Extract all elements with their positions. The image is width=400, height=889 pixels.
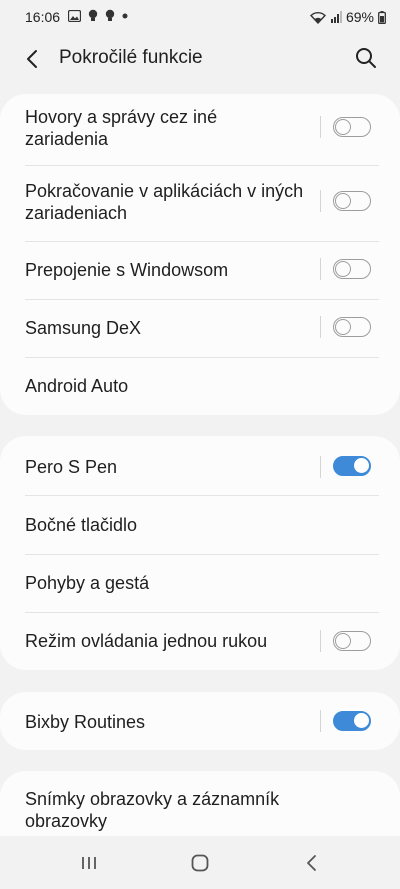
image-icon	[68, 9, 81, 22]
app-bar: Pokročilé funkcie	[0, 34, 400, 82]
row-calls-messages[interactable]: Hovory a správy cez iné zariadenia	[0, 94, 400, 166]
toggle-knob	[335, 261, 351, 277]
back-arrow-icon[interactable]	[20, 46, 46, 72]
settings-group-connections: Hovory a správy cez iné zariadenia Pokra…	[0, 94, 400, 415]
separator	[320, 456, 321, 478]
battery-percent: 69%	[345, 9, 374, 25]
calls-messages-toggle[interactable]	[333, 117, 371, 137]
row-label: Snímky obrazovky a záznamník obrazovky	[25, 789, 280, 831]
separator	[320, 258, 321, 280]
separator	[320, 710, 321, 732]
status-bar: 16:06 69%	[0, 0, 400, 34]
page-title: Pokročilé funkcie	[59, 47, 203, 68]
toggle-knob	[335, 319, 351, 335]
row-link-to-windows[interactable]: Prepojenie s Windowsom	[0, 241, 400, 299]
row-label: Bočné tlačidlo	[25, 515, 138, 535]
row-label: Bixby Routines	[25, 712, 146, 732]
s-pen-toggle[interactable]	[333, 456, 371, 476]
settings-group-bixby: Bixby Routines	[0, 692, 400, 750]
row-label: Prepojenie s Windowsom	[25, 260, 229, 280]
row-motions-gestures[interactable]: Pohyby a gestá	[0, 554, 400, 612]
navigation-bar	[0, 836, 400, 889]
separator	[320, 190, 321, 212]
separator	[320, 316, 321, 338]
row-label: Pero S Pen	[25, 457, 118, 477]
row-label: Hovory a správy cez iné zariadenia	[25, 107, 218, 149]
separator	[320, 630, 321, 652]
row-s-pen[interactable]: Pero S Pen	[0, 436, 400, 496]
toggle-knob	[353, 457, 370, 474]
status-time: 16:06	[25, 9, 61, 25]
row-bixby-routines[interactable]: Bixby Routines	[0, 692, 400, 750]
row-side-button[interactable]: Bočné tlačidlo	[0, 496, 400, 554]
recent-apps-icon[interactable]	[76, 850, 102, 876]
home-icon[interactable]	[187, 850, 213, 876]
link-to-windows-toggle[interactable]	[333, 259, 371, 279]
row-label: Android Auto	[25, 376, 129, 396]
toggle-knob	[335, 633, 351, 649]
notification-icons	[68, 9, 128, 22]
row-label: Pokračovanie v aplikáciách v iných zaria…	[25, 181, 304, 223]
row-label: Režim ovládania jednou rukou	[25, 631, 268, 651]
row-samsung-dex[interactable]: Samsung DeX	[0, 299, 400, 357]
wifi-icon	[309, 11, 326, 24]
toggle-knob	[335, 193, 351, 209]
continue-apps-toggle[interactable]	[333, 191, 371, 211]
samsung-dex-toggle[interactable]	[333, 317, 371, 337]
row-label: Pohyby a gestá	[25, 573, 150, 593]
row-one-handed-mode[interactable]: Režim ovládania jednou rukou	[0, 612, 400, 670]
bulb-icon	[105, 9, 115, 22]
status-icons: 69%	[309, 9, 386, 25]
separator	[320, 116, 321, 138]
row-android-auto[interactable]: Android Auto	[0, 357, 400, 415]
search-icon[interactable]	[354, 46, 378, 70]
signal-icon	[330, 11, 342, 23]
row-continue-apps[interactable]: Pokračovanie v aplikáciách v iných zaria…	[0, 166, 400, 241]
bulb-icon	[88, 9, 98, 22]
bixby-routines-toggle[interactable]	[333, 711, 371, 731]
toggle-knob	[335, 119, 351, 135]
row-label: Samsung DeX	[25, 318, 142, 338]
dot-icon	[122, 13, 128, 19]
toggle-knob	[353, 712, 370, 729]
one-handed-mode-toggle[interactable]	[333, 631, 371, 651]
battery-icon	[378, 10, 386, 24]
back-icon[interactable]	[299, 850, 325, 876]
settings-group-input: Pero S Pen Bočné tlačidlo Pohyby a gestá…	[0, 436, 400, 670]
